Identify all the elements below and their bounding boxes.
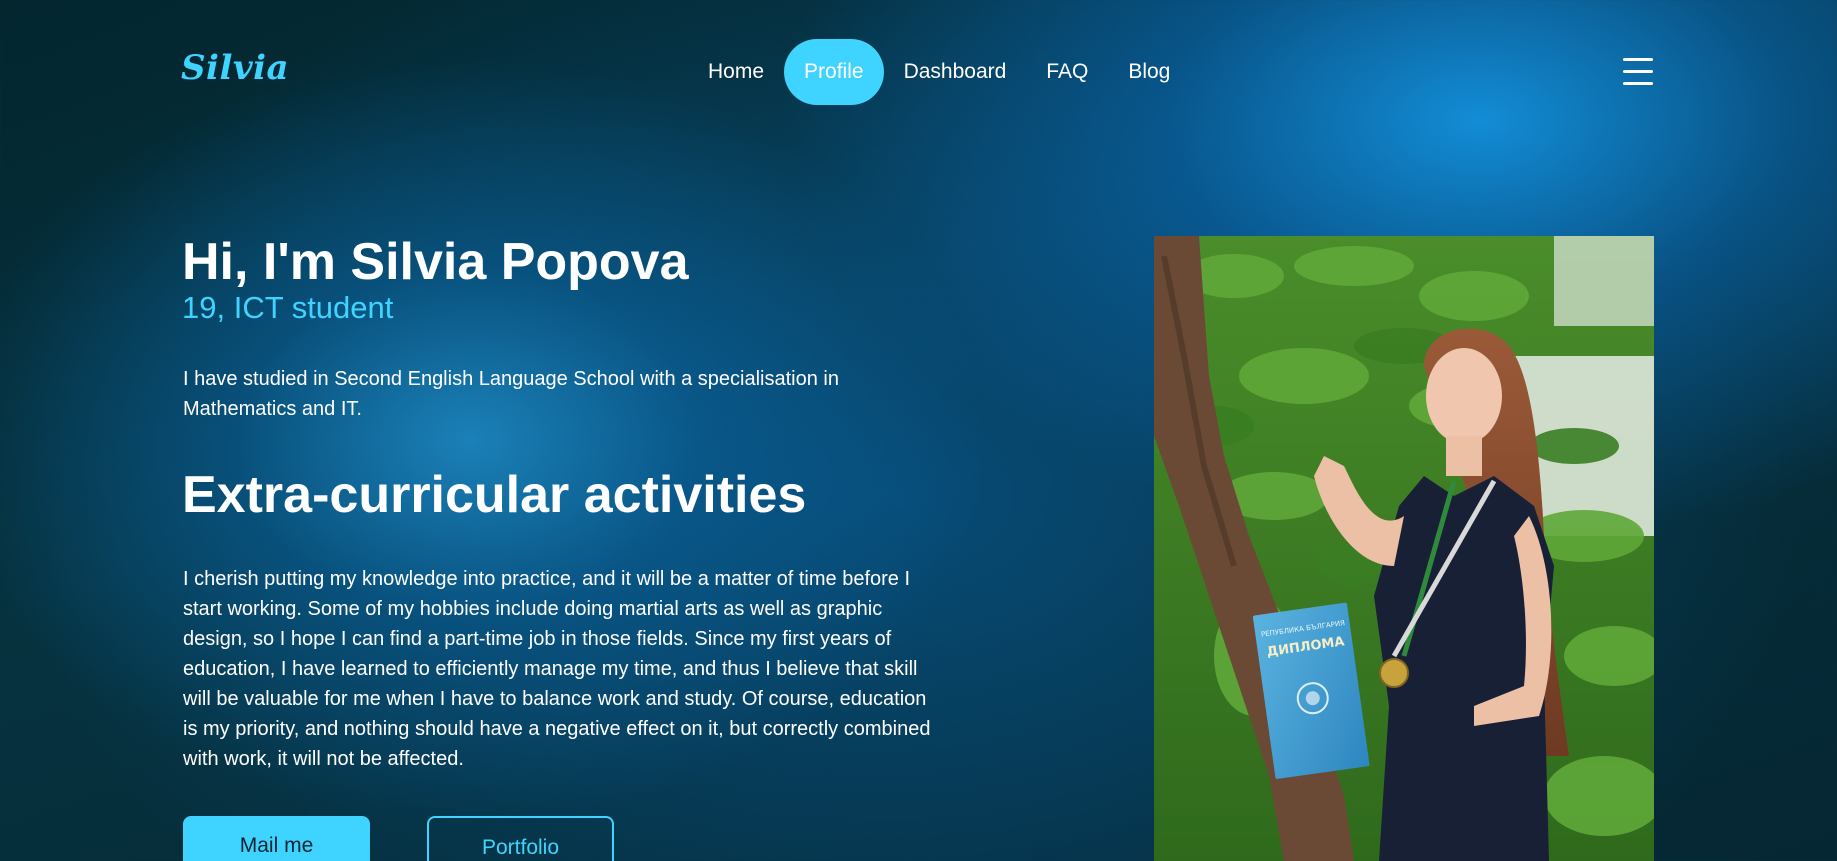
intro-text: I have studied in Second English Languag… bbox=[183, 368, 839, 420]
logo[interactable]: Silvia bbox=[181, 48, 289, 88]
hamburger-menu-icon[interactable] bbox=[1623, 58, 1653, 86]
activities-text: I cherish putting my knowledge into prac… bbox=[183, 568, 931, 770]
portfolio-button[interactable]: Portfolio bbox=[427, 816, 614, 861]
site-header: Silvia Home Profile Dashboard FAQ Blog bbox=[0, 0, 1837, 145]
nav-blog[interactable]: Blog bbox=[1108, 39, 1190, 105]
nav-profile[interactable]: Profile bbox=[784, 39, 884, 105]
nav-home[interactable]: Home bbox=[688, 39, 784, 105]
section-title: Extra-curricular activities bbox=[182, 466, 807, 524]
page-title: Hi, I'm Silvia Popova bbox=[182, 233, 689, 291]
nav-faq[interactable]: FAQ bbox=[1026, 39, 1108, 105]
profile-photo: РЕПУБЛИКА БЪЛГАРИЯ ДИПЛОМА bbox=[1154, 236, 1654, 861]
subtitle: 19, ICT student bbox=[182, 290, 394, 325]
main-nav: Home Profile Dashboard FAQ Blog bbox=[688, 39, 1190, 105]
mail-me-button[interactable]: Mail me bbox=[183, 816, 370, 861]
nav-dashboard[interactable]: Dashboard bbox=[884, 39, 1027, 105]
